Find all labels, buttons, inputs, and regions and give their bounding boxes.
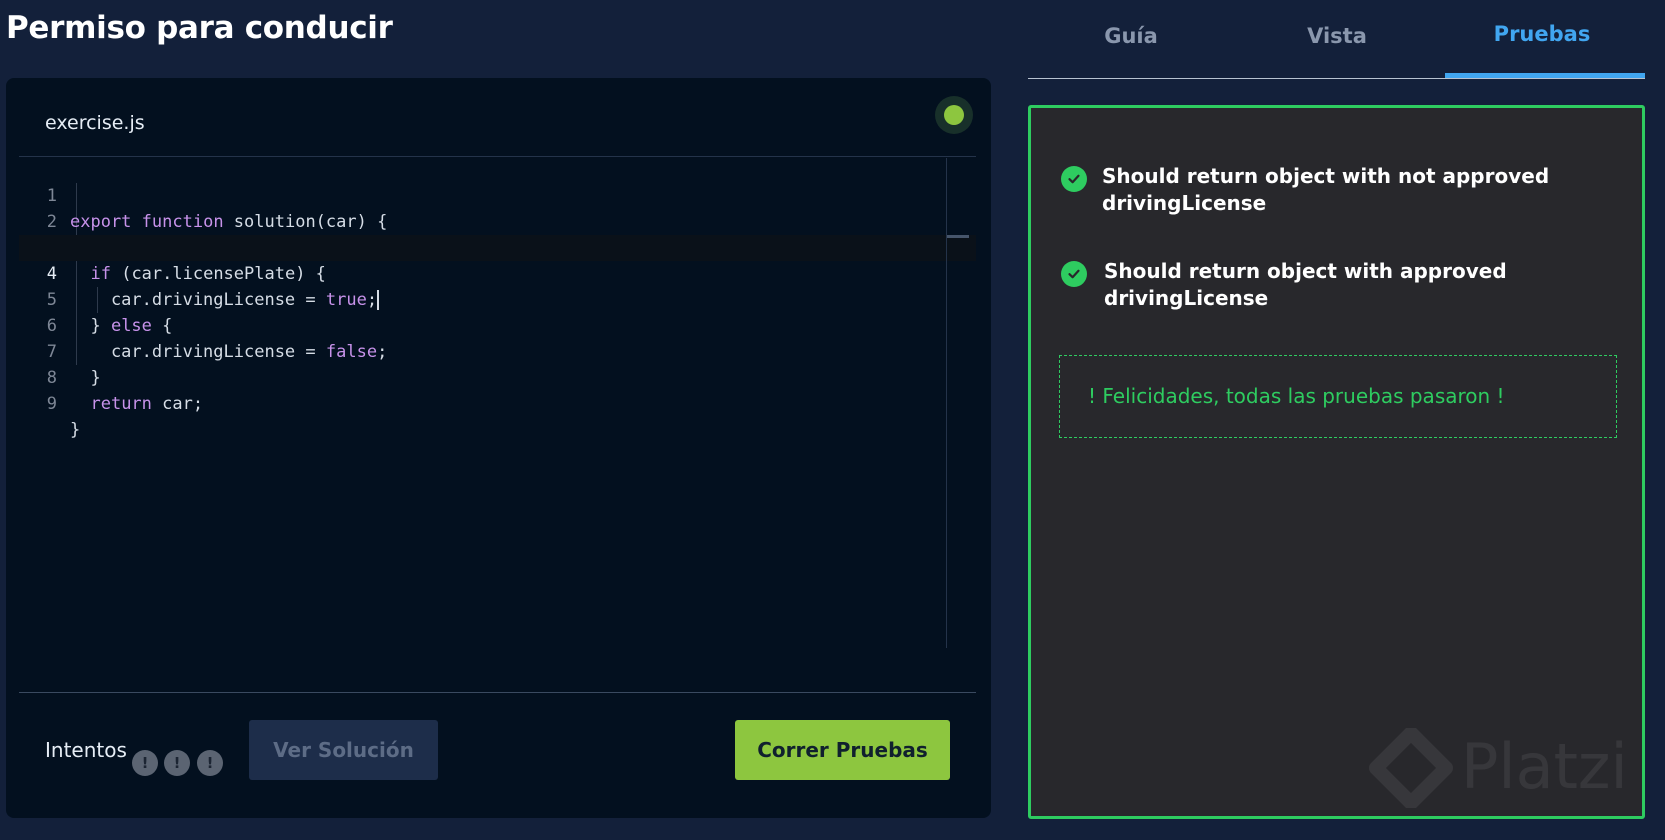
code-line-7[interactable]: 7 } xyxy=(19,313,976,388)
page-title: Permiso para conducir xyxy=(6,10,393,46)
panel-tabs: Guía Vista Pruebas xyxy=(1028,0,1645,80)
view-solution-button[interactable]: Ver Solución xyxy=(249,720,438,780)
editor-divider-bottom xyxy=(19,692,976,693)
attempt-indicator-icon: ! xyxy=(132,750,158,776)
check-icon xyxy=(1061,261,1087,287)
line-code: } xyxy=(70,420,81,440)
editor-scrollbar[interactable] xyxy=(946,158,947,648)
status-indicator xyxy=(935,96,973,134)
active-tab-indicator xyxy=(1445,73,1645,78)
editor-scrollbar-thumb[interactable] xyxy=(947,235,969,238)
code-line-3[interactable]: 3 if (car.licensePlate) { xyxy=(19,209,976,284)
test-name: Should return object with not approved d… xyxy=(1102,164,1550,215)
code-line-4[interactable]: 4 car.drivingLicense = true; xyxy=(19,235,976,310)
watermark-text: Platzi xyxy=(1461,730,1628,803)
code-line-6[interactable]: 6 car.drivingLicense = false; xyxy=(19,287,976,362)
attempt-indicator-icon: ! xyxy=(197,750,223,776)
file-tab[interactable]: exercise.js xyxy=(45,112,145,134)
code-area[interactable]: 1 export function solution(car) { 2 // T… xyxy=(19,157,976,649)
code-line-9[interactable]: 9 } xyxy=(19,365,976,440)
attempt-indicator-icon: ! xyxy=(164,750,190,776)
success-message-box: ! Felicidades, todas las pruebas pasaron… xyxy=(1059,355,1617,438)
line-number: 9 xyxy=(46,394,57,414)
platzi-logo-icon xyxy=(1369,726,1453,810)
tabs-divider xyxy=(1028,78,1645,79)
line-code: return car; xyxy=(90,394,204,414)
code-line-8[interactable]: 8 return car; xyxy=(19,339,976,414)
tab-pruebas[interactable]: Pruebas xyxy=(1439,22,1645,46)
tab-vista[interactable]: Vista xyxy=(1234,24,1440,48)
platzi-watermark: Platzi xyxy=(1366,726,1628,810)
success-message: ! Felicidades, todas las pruebas pasaron… xyxy=(1088,384,1505,408)
code-line-1[interactable]: 1 export function solution(car) { xyxy=(19,157,976,232)
run-tests-button[interactable]: Correr Pruebas xyxy=(735,720,950,780)
status-dot-icon xyxy=(944,105,964,125)
code-line-2[interactable]: 2 // Tu código aquí 👈 xyxy=(19,183,976,258)
code-editor-panel: exercise.js 1 export function solution(c… xyxy=(6,78,991,818)
tab-guia[interactable]: Guía xyxy=(1028,24,1234,48)
check-icon xyxy=(1061,166,1087,192)
tests-panel: Should return object with not approved d… xyxy=(1028,105,1645,819)
test-name: Should return object with approved drivi… xyxy=(1104,259,1507,310)
code-line-5[interactable]: 5 } else { xyxy=(19,261,976,336)
attempts-label: Intentos xyxy=(45,738,127,762)
